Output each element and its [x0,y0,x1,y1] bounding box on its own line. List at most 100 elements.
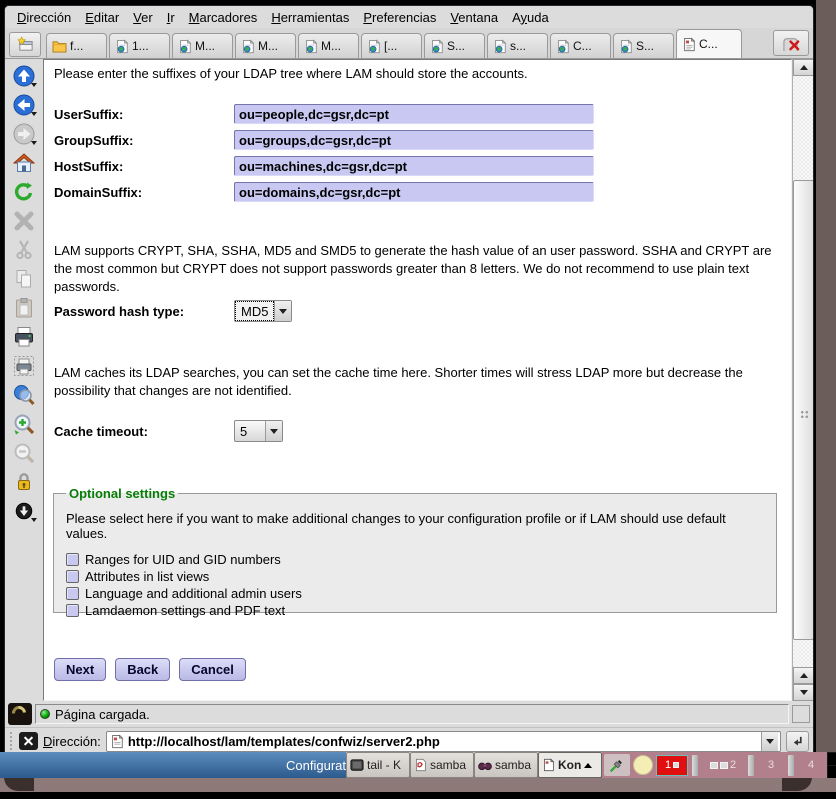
domain-suffix-input[interactable] [234,182,594,202]
resize-grip[interactable] [792,705,810,723]
tab-page-2[interactable]: M... [172,33,233,58]
pager-desktop-1[interactable]: 1 [656,755,688,776]
security-button[interactable] [9,468,39,495]
print-button[interactable] [9,323,39,350]
optional-settings-text: Please select here if you want to make a… [66,511,766,541]
task-konqueror-active[interactable]: Kon [538,752,602,778]
zoom-in-button[interactable] [9,410,39,437]
back-button-form[interactable]: Back [115,658,170,681]
menu-ir[interactable]: Ir [161,9,181,26]
task-samba-pdf[interactable]: samba [410,752,474,778]
up-button[interactable] [9,62,39,89]
chevron-down-icon [279,309,287,314]
menu-preferencias[interactable]: Preferencias [357,9,442,26]
lam-config-page: Please enter the suffixes of your LDAP t… [44,60,791,700]
print-frame-icon [12,354,36,378]
checkbox-row-lamdaemon[interactable]: Lamdaemon settings and PDF text [66,602,766,619]
activity-indicator-icon [8,703,32,725]
tab-label: [... [384,39,397,53]
menu-ver[interactable]: Ver [127,9,159,26]
user-suffix-input[interactable] [234,104,594,124]
find-button[interactable] [9,381,39,408]
color-picker-applet[interactable] [604,754,630,776]
task-tail-konsole[interactable]: tail - K [346,752,410,778]
menu-bar: Dirección Editar Ver Ir Marcadores Herra… [5,6,813,28]
pager-desktop-2[interactable]: 2 [702,755,744,776]
home-button[interactable] [9,149,39,176]
cache-timeout-select[interactable]: 5 [234,420,283,442]
print-frame-button[interactable] [9,352,39,379]
pager-desktop-3[interactable]: 3 [758,755,784,776]
menu-marcadores[interactable]: Marcadores [183,9,264,26]
tab-page-3[interactable]: M... [235,33,296,58]
location-combobox[interactable]: http://localhost/lam/templates/confwiz/s… [106,731,781,752]
toolbar-drag-handle[interactable] [9,731,14,751]
location-dropdown-button[interactable] [761,732,778,751]
menu-direccion[interactable]: Dirección [11,9,77,26]
checkbox-icon[interactable] [66,604,79,617]
tab-page-4[interactable]: M... [298,33,359,58]
checkbox-row-attributes[interactable]: Attributes in list views [66,568,766,585]
pager-separator [788,755,794,776]
dropdown-button[interactable] [274,301,291,321]
desktop-pager: 1 2 3 4 [656,755,824,776]
pager-desktop-4[interactable]: 4 [798,755,824,776]
close-tab-button[interactable] [773,30,809,56]
scrollbar-thumb[interactable] [793,180,814,640]
back-button[interactable] [9,91,39,118]
domain-suffix-label: DomainSuffix: [54,185,234,200]
tab-page-8[interactable]: C... [550,33,611,58]
host-suffix-input[interactable] [234,156,594,176]
checkbox-icon[interactable] [66,587,79,600]
vertical-scrollbar[interactable] [792,59,813,701]
hash-type-select[interactable]: MD5 [234,300,292,322]
scroll-up-button[interactable] [793,59,814,76]
popup-arrow-icon [584,763,592,768]
lock-icon [12,470,36,494]
triangle-down-icon [800,690,808,695]
html-page-icon [304,39,318,54]
cancel-button[interactable]: Cancel [179,658,246,681]
scroll-up-button-2[interactable] [793,667,814,684]
tab-page-6[interactable]: S... [424,33,485,58]
task-samba-find[interactable]: samba [474,752,538,778]
next-button[interactable]: Next [54,658,106,681]
paste-button [9,294,39,321]
light-bulb-applet[interactable] [633,755,653,775]
reload-button[interactable] [9,178,39,205]
group-suffix-input[interactable] [234,130,594,150]
tab-page-9[interactable]: S... [613,33,674,58]
checkbox-row-uid-gid[interactable]: Ranges for UID and GID numbers [66,551,766,568]
scroll-down-button[interactable] [793,684,814,701]
tab-page-1[interactable]: 1... [109,33,170,58]
tab-page-7[interactable]: s... [487,33,548,58]
checkbox-icon[interactable] [66,553,79,566]
location-label: Dirección: [43,734,101,749]
menu-editar[interactable]: Editar [79,9,125,26]
triangle-up-icon [800,65,808,70]
tab-configuration-active[interactable]: C... [676,29,742,58]
auto-scroll-button[interactable] [9,497,39,524]
tab-label: C... [573,39,592,53]
tab-folder[interactable]: f... [46,33,107,58]
menu-ventana[interactable]: Ventana [444,9,504,26]
copy-icon [12,267,36,291]
group-suffix-label: GroupSuffix: [54,133,234,148]
menu-ayuda[interactable]: Ayuda [506,9,555,26]
hash-type-value: MD5 [235,301,274,321]
intro-text: Please enter the suffixes of your LDAP t… [54,66,781,81]
go-button[interactable] [786,731,809,752]
html-page-icon [430,39,444,54]
chevron-down-icon [766,739,774,744]
dropdown-button[interactable] [265,421,282,441]
checkbox-row-language[interactable]: Language and additional admin users [66,585,766,602]
binoculars-icon [478,759,492,772]
checkbox-icon[interactable] [66,570,79,583]
clear-location-button[interactable] [19,732,38,750]
window-titlebar-strip[interactable]: Configurat [0,752,346,778]
menu-herramientas[interactable]: Herramientas [265,9,355,26]
url-text[interactable]: http://localhost/lam/templates/confwiz/s… [128,734,757,749]
checkbox-label: Attributes in list views [85,569,209,584]
new-tab-button[interactable] [9,32,41,57]
tab-page-5[interactable]: [... [361,33,422,58]
